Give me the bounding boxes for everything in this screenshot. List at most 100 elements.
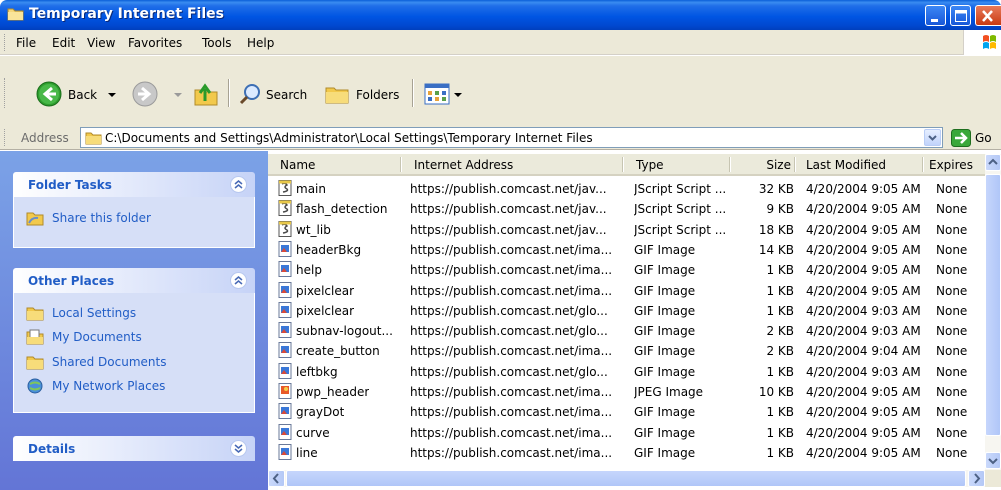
arrow-up-icon	[988, 158, 998, 165]
title-bar[interactable]: Temporary Internet Files	[0, 0, 1001, 30]
cell-internet-address: https://publish.comcast.net/jav...	[410, 222, 607, 237]
cell-last-modified: 4/20/2004 9:05 AM	[806, 445, 921, 460]
table-row[interactable]: flash_detection https://publish.comcast.n…	[268, 199, 985, 220]
back-label: Back	[68, 88, 98, 102]
cell-size: 1 KB	[766, 364, 794, 379]
cell-expires: None	[936, 324, 968, 339]
cell-type: GIF Image	[634, 324, 696, 339]
views-button[interactable]	[420, 78, 470, 110]
forward-button[interactable]	[128, 78, 183, 110]
collapse-button[interactable]	[230, 272, 247, 289]
cell-size: 1 KB	[766, 405, 794, 420]
table-row[interactable]: subnav-logout... https://publish.comcast.…	[268, 321, 985, 342]
cell-name: pwp_header	[296, 385, 370, 399]
minimize-button[interactable]	[925, 5, 946, 26]
folder-icon	[85, 132, 102, 145]
column-size[interactable]: Size	[731, 154, 794, 174]
scroll-up-button[interactable]	[985, 154, 1001, 171]
table-row[interactable]: leftbkg https://publish.comcast.net/glo..…	[268, 362, 985, 383]
column-name[interactable]: Name	[268, 154, 400, 174]
expand-button[interactable]	[230, 440, 247, 457]
cell-type: GIF Image	[634, 283, 696, 298]
table-row[interactable]: pwp_header https://publish.comcast.net/im…	[268, 382, 985, 403]
horizontal-scrollbar[interactable]	[268, 470, 985, 487]
maximize-button[interactable]	[950, 5, 971, 26]
arrow-right-icon	[974, 473, 981, 484]
menu-bar: File Edit View Favorites Tools Help	[0, 30, 1001, 55]
menu-help[interactable]: Help	[247, 36, 274, 50]
horizontal-scroll-thumb[interactable]	[286, 470, 966, 487]
table-row[interactable]: headerBkg https://publish.comcast.net/ima…	[268, 240, 985, 261]
menu-file[interactable]: File	[16, 36, 36, 50]
table-row[interactable]: wt_lib https://publish.comcast.net/jav...…	[268, 220, 985, 241]
table-row[interactable]: main https://publish.comcast.net/jav... JS…	[268, 179, 985, 200]
column-last-modified[interactable]: Last Modified	[796, 154, 922, 174]
scroll-left-button[interactable]	[268, 470, 285, 487]
address-input[interactable]: C:\Documents and Settings\Administrator\…	[80, 127, 943, 148]
place-my-network-places-label: My Network Places	[52, 379, 166, 393]
vertical-scrollbar[interactable]	[985, 154, 1001, 470]
task-share-folder-label: Share this folder	[52, 211, 151, 225]
cell-name: curve	[296, 425, 330, 440]
place-shared-documents-label: Shared Documents	[52, 355, 167, 369]
table-row[interactable]: help https://publish.comcast.net/ima... GI…	[268, 260, 985, 281]
cell-internet-address: https://publish.comcast.net/ima...	[410, 405, 613, 420]
folder-tasks-header[interactable]: Folder Tasks	[13, 172, 255, 197]
other-places-header[interactable]: Other Places	[13, 268, 255, 293]
details-header[interactable]: Details	[13, 436, 255, 461]
cell-expires: None	[936, 202, 968, 217]
cell-internet-address: https://publish.comcast.net/ima...	[410, 263, 613, 278]
toolbar-grip[interactable]	[4, 78, 7, 108]
jscript-file-icon	[277, 200, 293, 217]
arrow-down-icon	[988, 458, 998, 465]
folder-tasks-body: Share this folder	[13, 197, 255, 248]
vertical-scroll-thumb[interactable]	[985, 174, 1001, 436]
column-internet-address[interactable]: Internet Address	[402, 154, 622, 174]
menu-edit[interactable]: Edit	[52, 36, 75, 50]
table-row[interactable]: curve https://publish.comcast.net/ima... G…	[268, 423, 985, 444]
menu-tools[interactable]: Tools	[202, 36, 232, 50]
folders-button[interactable]: Folders	[320, 78, 408, 110]
back-button[interactable]: Back	[32, 78, 142, 110]
address-dropdown-button[interactable]	[924, 129, 941, 146]
collapse-button[interactable]	[230, 176, 247, 193]
gif-image-icon	[277, 423, 293, 440]
table-row[interactable]: line https://publish.comcast.net/ima... GI…	[268, 443, 985, 464]
column-type[interactable]: Type	[624, 154, 729, 174]
views-icon	[424, 83, 450, 105]
folder-tasks-title: Folder Tasks	[28, 178, 112, 192]
forward-dropdown-icon[interactable]	[174, 93, 182, 98]
menu-favorites[interactable]: Favorites	[128, 36, 182, 50]
views-dropdown-icon[interactable]	[454, 93, 462, 98]
chevron-down-icon	[928, 135, 937, 141]
cell-name: create_button	[296, 344, 380, 359]
close-button[interactable]	[975, 5, 1001, 26]
cell-expires: None	[936, 283, 968, 298]
place-my-documents-label: My Documents	[52, 330, 142, 344]
column-expires[interactable]: Expires	[924, 154, 985, 174]
search-button[interactable]: Search	[234, 78, 314, 110]
table-row[interactable]: create_button https://publish.comcast.net…	[268, 341, 985, 362]
toolbar-grip[interactable]	[4, 129, 7, 146]
back-dropdown-icon[interactable]	[108, 93, 116, 98]
table-row[interactable]: pixelclear https://publish.comcast.net/im…	[268, 281, 985, 302]
cell-internet-address: https://publish.comcast.net/glo...	[410, 364, 608, 379]
cell-expires: None	[936, 222, 968, 237]
cell-size: 2 KB	[766, 324, 794, 339]
chevron-up-icon	[234, 180, 243, 189]
table-row[interactable]: grayDot https://publish.comcast.net/ima..…	[268, 402, 985, 423]
scroll-right-button[interactable]	[968, 470, 985, 487]
scroll-down-button[interactable]	[985, 452, 1001, 469]
address-path: C:\Documents and Settings\Administrator\…	[105, 131, 593, 145]
cell-size: 1 KB	[766, 283, 794, 298]
cell-type: GIF Image	[634, 364, 696, 379]
menu-view[interactable]: View	[87, 36, 115, 50]
up-folder-button[interactable]	[190, 78, 222, 110]
table-row[interactable]: pixelclear https://publish.comcast.net/gl…	[268, 301, 985, 322]
cell-type: GIF Image	[634, 445, 696, 460]
go-button[interactable]: Go	[948, 129, 1001, 147]
toolbar-grip[interactable]	[4, 34, 7, 51]
other-places-body: Local Settings My Documents Shared Docum…	[13, 293, 255, 413]
cell-type: GIF Image	[634, 263, 696, 278]
file-list-view[interactable]: Name Internet Address Type Size Last Mod…	[268, 151, 1001, 490]
